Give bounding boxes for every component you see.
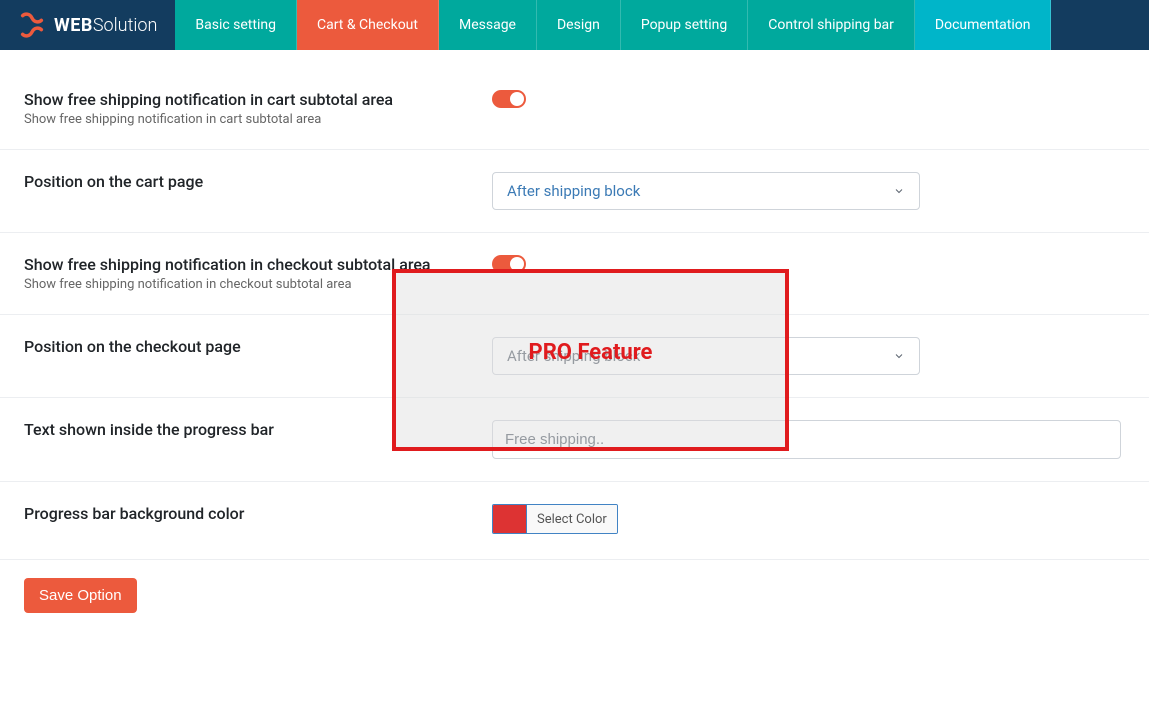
- row-cart-subtotal-notification: Show free shipping notification in cart …: [0, 72, 1149, 150]
- brand-logo: WEBSolution: [0, 0, 175, 50]
- label-checkout-subtotal-title: Show free shipping notification in check…: [24, 255, 472, 274]
- chevron-down-icon: [893, 350, 905, 362]
- row-progress-bar-bg-color: Progress bar background color Select Col…: [0, 482, 1149, 560]
- toggle-knob-icon: [510, 257, 524, 271]
- label-position-cart-title: Position on the cart page: [24, 172, 472, 191]
- color-picker-label: Select Color: [527, 505, 617, 533]
- color-swatch-icon: [493, 505, 527, 533]
- row-position-cart-page: Position on the cart page After shipping…: [0, 150, 1149, 233]
- input-progress-text[interactable]: [492, 420, 1121, 459]
- color-picker-progress-bg[interactable]: Select Color: [492, 504, 618, 534]
- select-position-cart[interactable]: After shipping block: [492, 172, 920, 210]
- brand-text-web: WEB: [54, 15, 93, 36]
- toggle-knob-icon: [510, 92, 524, 106]
- label-cart-subtotal-desc: Show free shipping notification in cart …: [24, 112, 472, 127]
- brand-text-solution: Solution: [93, 15, 158, 36]
- row-progress-bar-text: Text shown inside the progress bar: [0, 398, 1149, 482]
- select-position-checkout-value: After shipping block: [507, 347, 640, 365]
- tab-control-shipping-bar[interactable]: Control shipping bar: [748, 0, 915, 50]
- tab-documentation[interactable]: Documentation: [915, 0, 1052, 50]
- row-checkout-subtotal-notification: Show free shipping notification in check…: [0, 233, 1149, 315]
- select-position-checkout[interactable]: After shipping block: [492, 337, 920, 375]
- chevron-down-icon: [893, 185, 905, 197]
- save-button[interactable]: Save Option: [24, 578, 137, 613]
- tab-design[interactable]: Design: [537, 0, 621, 50]
- label-cart-subtotal-title: Show free shipping notification in cart …: [24, 90, 472, 109]
- label-progress-text-title: Text shown inside the progress bar: [24, 420, 472, 439]
- label-checkout-subtotal-desc: Show free shipping notification in check…: [24, 277, 472, 292]
- row-position-checkout-page: Position on the checkout page After ship…: [0, 315, 1149, 398]
- header-bar: WEBSolution Basic setting Cart & Checkou…: [0, 0, 1149, 50]
- nav-tabs: Basic setting Cart & Checkout Message De…: [175, 0, 1051, 50]
- label-position-checkout-title: Position on the checkout page: [24, 337, 472, 356]
- tab-message[interactable]: Message: [439, 0, 537, 50]
- toggle-checkout-subtotal[interactable]: [492, 255, 526, 273]
- logo-icon: [18, 11, 46, 39]
- toggle-cart-subtotal[interactable]: [492, 90, 526, 108]
- tab-cart-checkout[interactable]: Cart & Checkout: [297, 0, 439, 50]
- label-progress-bg-title: Progress bar background color: [24, 504, 472, 523]
- tab-basic-setting[interactable]: Basic setting: [175, 0, 297, 50]
- tab-popup-setting[interactable]: Popup setting: [621, 0, 748, 50]
- select-position-cart-value: After shipping block: [507, 182, 640, 200]
